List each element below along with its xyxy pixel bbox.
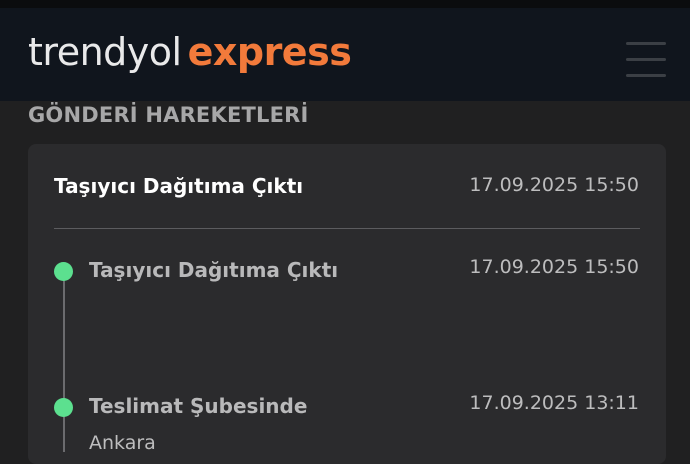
logo-express-text: express: [187, 30, 352, 74]
menu-bar-bottom: [626, 74, 666, 77]
menu-bar-middle: [626, 58, 666, 61]
trendyol-express-logo[interactable]: trendyol express: [28, 30, 352, 74]
app-header: trendyol express: [0, 8, 690, 101]
event-title: Teslimat Şubesinde: [89, 394, 308, 418]
timeline-dot-icon: [54, 398, 73, 417]
shipment-movements-card: Taşıyıcı Dağıtıma Çıktı 17.09.2025 15:50…: [28, 144, 666, 464]
divider: [54, 228, 640, 229]
event-location: Ankara: [89, 432, 156, 454]
timeline-event: Teslimat Şubesinde 17.09.2025 13:11 Anka…: [28, 388, 666, 454]
status-strip: [0, 0, 690, 8]
menu-bar-top: [626, 42, 666, 45]
current-status-date: 17.09.2025 15:50: [469, 174, 639, 196]
hamburger-menu-icon[interactable]: [626, 42, 666, 82]
current-status-title: Taşıyıcı Dağıtıma Çıktı: [54, 174, 304, 198]
logo-brand-text: trendyol: [28, 30, 182, 74]
section-title: GÖNDERİ HAREKETLERİ: [28, 103, 309, 127]
timeline-dot-icon: [54, 262, 73, 281]
event-date: 17.09.2025 15:50: [469, 256, 639, 278]
event-date: 17.09.2025 13:11: [469, 392, 639, 414]
timeline-event: Taşıyıcı Dağıtıma Çıktı 17.09.2025 15:50: [28, 252, 666, 292]
event-title: Taşıyıcı Dağıtıma Çıktı: [89, 258, 339, 282]
